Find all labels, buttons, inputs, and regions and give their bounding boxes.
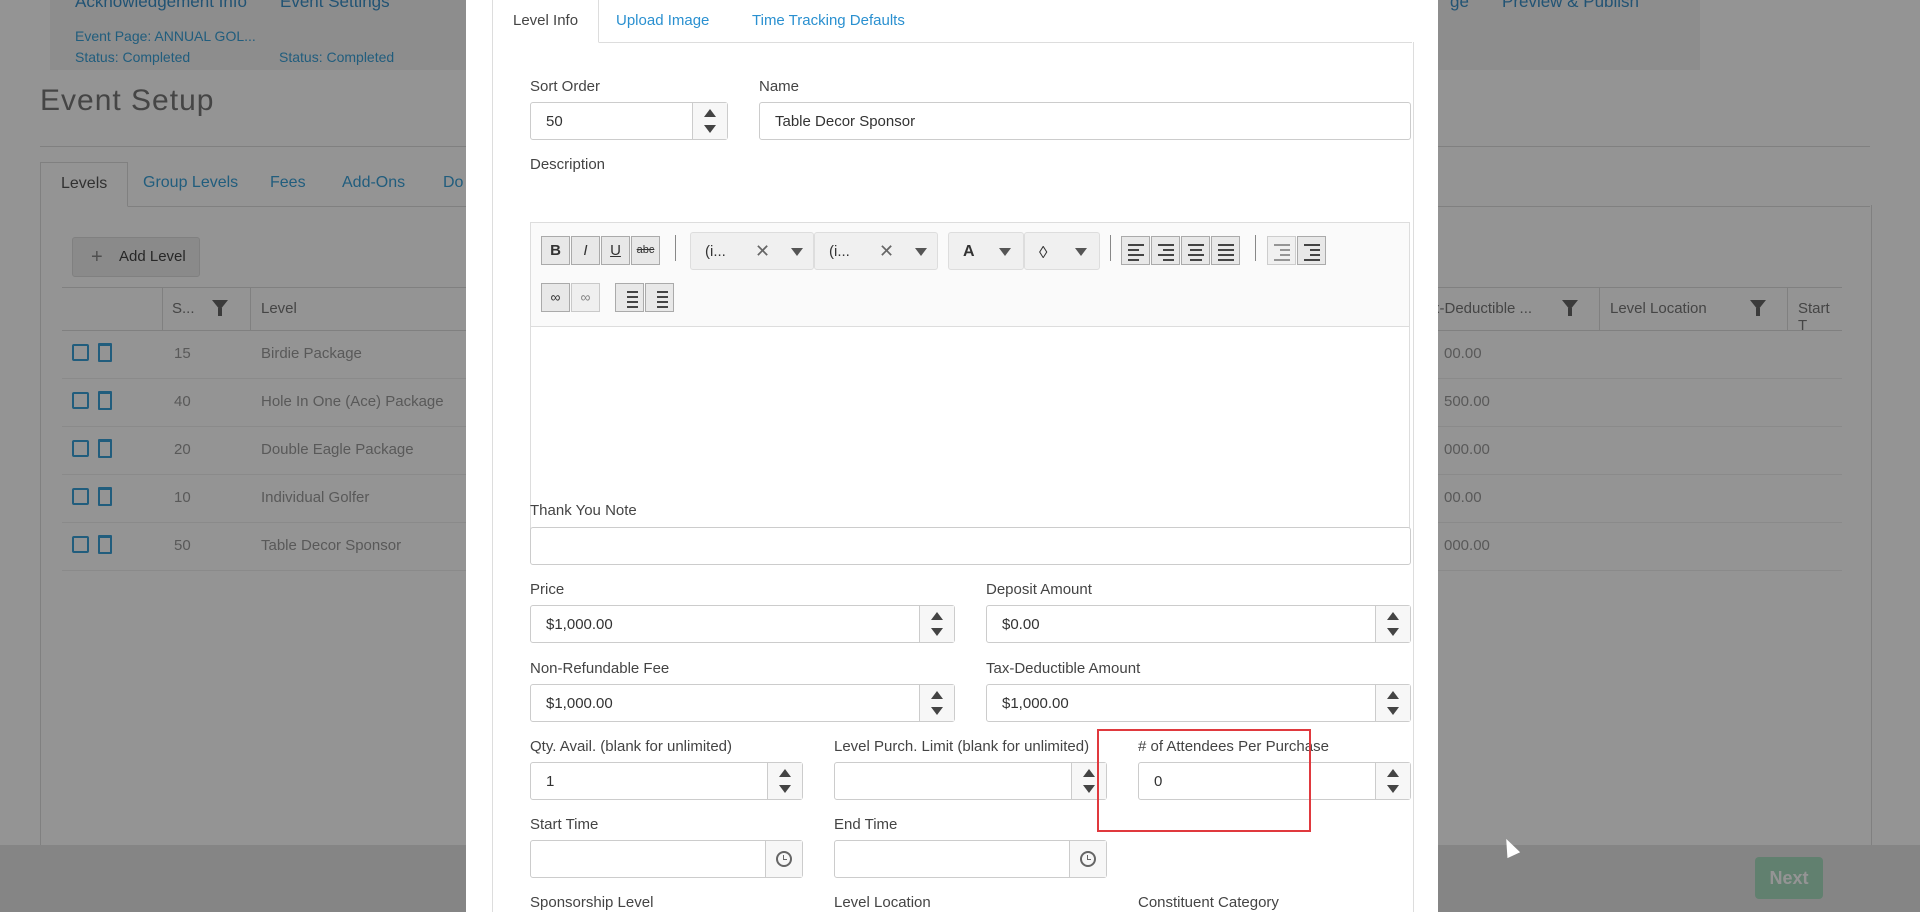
chevron-down-icon[interactable]	[999, 248, 1011, 256]
clock-icon[interactable]	[1069, 841, 1106, 877]
indent-button[interactable]	[1297, 236, 1326, 265]
level-purch-limit-field[interactable]	[834, 762, 1107, 800]
align-center-icon	[1188, 244, 1204, 264]
font-name-dropdown[interactable]: (i... ✕	[690, 232, 814, 270]
price-field[interactable]: $1,000.00	[530, 605, 955, 643]
link-icon: ∞	[550, 289, 561, 305]
stepper-icon[interactable]	[919, 606, 954, 642]
clock-icon[interactable]	[765, 841, 802, 877]
indent-icon	[1304, 244, 1320, 264]
underline-button[interactable]: U	[601, 236, 630, 265]
align-center-button[interactable]	[1181, 236, 1210, 265]
bulleted-list-icon	[652, 291, 668, 311]
description-textarea[interactable]	[531, 327, 1409, 529]
end-time-field[interactable]	[834, 840, 1107, 878]
font-size-dropdown[interactable]: (i... ✕	[814, 232, 938, 270]
start-time-label: Start Time	[530, 816, 599, 833]
background-color-dropdown[interactable]: ◊	[1024, 232, 1100, 270]
stepper-icon[interactable]	[1375, 606, 1410, 642]
tab-time-tracking-defaults[interactable]: Time Tracking Defaults	[752, 12, 905, 29]
chevron-down-icon[interactable]	[915, 248, 927, 256]
level-purch-limit-label: Level Purch. Limit (blank for unlimited)	[834, 738, 1090, 755]
align-right-icon	[1158, 244, 1174, 264]
description-editor: B I U abc (i... ✕ (i... ✕ A ◊ ∞ ∞	[530, 222, 1410, 530]
font-color-dropdown[interactable]: A	[948, 232, 1024, 270]
stepper-icon[interactable]	[767, 763, 802, 799]
stepper-icon[interactable]	[692, 103, 727, 139]
sort-order-field[interactable]: 50	[530, 102, 728, 140]
strikethrough-button[interactable]: abc	[631, 236, 660, 265]
qty-avail-label: Qty. Avail. (blank for unlimited)	[530, 738, 733, 755]
tab-upload-image[interactable]: Upload Image	[616, 12, 709, 29]
thank-you-note-field[interactable]	[530, 527, 1411, 565]
align-right-button[interactable]	[1151, 236, 1180, 265]
unlink-button[interactable]: ∞	[571, 283, 600, 312]
align-left-icon	[1128, 244, 1144, 264]
editor-toolbar: B I U abc (i... ✕ (i... ✕ A ◊ ∞ ∞	[531, 223, 1409, 327]
ordered-list-icon	[622, 291, 638, 311]
stepper-icon[interactable]	[919, 685, 954, 721]
sponsorship-level-label: Sponsorship Level	[530, 894, 654, 911]
constituent-category-label: Constituent Category	[1138, 894, 1279, 911]
thank-you-note-label: Thank You Note	[530, 502, 637, 519]
highlight-box	[1097, 729, 1311, 832]
bold-button[interactable]: B	[541, 236, 570, 265]
tax-deductible-amount-label: Tax-Deductible Amount	[986, 660, 1141, 677]
bulleted-list-button[interactable]	[645, 283, 674, 312]
deposit-amount-field[interactable]: $0.00	[986, 605, 1411, 643]
price-label: Price	[530, 581, 565, 598]
chevron-down-icon[interactable]	[1075, 248, 1087, 256]
clear-icon[interactable]: ✕	[755, 241, 770, 262]
link-button[interactable]: ∞	[541, 283, 570, 312]
end-time-label: End Time	[834, 816, 898, 833]
droplet-icon: ◊	[1039, 243, 1048, 262]
align-left-button[interactable]	[1121, 236, 1150, 265]
level-location-label: Level Location	[834, 894, 931, 911]
name-label: Name	[759, 78, 800, 95]
name-field[interactable]: Table Decor Sponsor	[759, 102, 1411, 140]
outdent-button[interactable]	[1267, 236, 1296, 265]
non-refundable-fee-label: Non-Refundable Fee	[530, 660, 670, 677]
stepper-icon[interactable]	[1375, 763, 1410, 799]
stepper-icon[interactable]	[1375, 685, 1410, 721]
start-time-field[interactable]	[530, 840, 803, 878]
outdent-icon	[1274, 244, 1290, 264]
non-refundable-fee-field[interactable]: $1,000.00	[530, 684, 955, 722]
ordered-list-button[interactable]	[615, 283, 644, 312]
description-label: Description	[530, 156, 606, 173]
clear-icon[interactable]: ✕	[879, 241, 894, 262]
justify-button[interactable]	[1211, 236, 1240, 265]
dialog-tabs: Level Info Upload Image Time Tracking De…	[492, 0, 1412, 43]
sort-order-label: Sort Order	[530, 78, 601, 95]
chevron-down-icon[interactable]	[791, 248, 803, 256]
unlink-icon: ∞	[580, 289, 591, 305]
italic-button[interactable]: I	[571, 236, 600, 265]
tab-level-info[interactable]: Level Info	[492, 0, 600, 43]
justify-icon	[1218, 244, 1234, 264]
tax-deductible-amount-field[interactable]: $1,000.00	[986, 684, 1411, 722]
deposit-amount-label: Deposit Amount	[986, 581, 1092, 598]
qty-avail-field[interactable]: 1	[530, 762, 803, 800]
